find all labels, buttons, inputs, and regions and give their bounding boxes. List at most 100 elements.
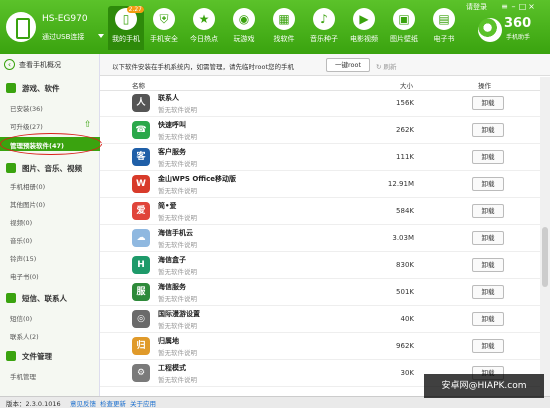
maximize-icon[interactable]: □ bbox=[518, 2, 527, 11]
sidebar-item-album[interactable]: 手机相册(0) bbox=[0, 178, 100, 192]
sidebar-item-phone-manager[interactable]: 手机管理 bbox=[0, 368, 100, 382]
table-row: W 金山WPS Office移动版 暂无软件说明 12.91M 卸载 bbox=[100, 172, 540, 198]
header-action: 操作 bbox=[478, 82, 491, 90]
sidebar-item-label: 电子书(0) bbox=[10, 273, 39, 281]
login-link[interactable]: 请登录 bbox=[466, 2, 487, 12]
tab-label: 电子书 bbox=[433, 35, 455, 43]
tab-label: 手机安全 bbox=[150, 35, 178, 43]
scroll-thumb[interactable] bbox=[542, 227, 548, 287]
sidebar-item-contacts[interactable]: 联系人(2) bbox=[0, 328, 100, 342]
hisense-box-icon: H bbox=[132, 256, 150, 274]
tab-label: 今日热点 bbox=[190, 35, 218, 43]
scrollbar[interactable] bbox=[540, 77, 550, 396]
app-size: 262K bbox=[396, 126, 414, 134]
tab-phone-security[interactable]: ⛨ 手机安全 bbox=[146, 6, 182, 50]
apps-icon: ▦ bbox=[273, 8, 295, 30]
one-click-root-button[interactable]: 一键root bbox=[326, 58, 370, 72]
logo-icon bbox=[478, 18, 502, 42]
uninstall-button[interactable]: 卸载 bbox=[472, 204, 504, 218]
app-size: 12.91M bbox=[387, 180, 414, 188]
sidebar-item-label: 联系人(2) bbox=[10, 333, 39, 341]
refresh-button[interactable]: ↻ 刷新 bbox=[376, 61, 397, 71]
table-row: H 海信盒子暂无软件说明 830K 卸载 bbox=[100, 253, 540, 279]
header-size: 大小 bbox=[400, 82, 413, 90]
close-icon[interactable]: × bbox=[527, 2, 536, 11]
app-name: 国际漫游设置 bbox=[158, 310, 200, 318]
section-sms-contacts[interactable]: 短信、联系人 bbox=[0, 290, 100, 306]
table-row: ☁ 海信手机云 暂无软件说明 3.03M 卸载 bbox=[100, 226, 540, 252]
engineering-icon: ⚙ bbox=[132, 364, 150, 382]
app-size: 830K bbox=[396, 261, 414, 269]
sidebar-item-ringtone[interactable]: 铃声(15) bbox=[0, 250, 100, 264]
app-description: 暂无软件说明 bbox=[158, 349, 197, 357]
section-title: 文件管理 bbox=[22, 352, 52, 361]
uninstall-button[interactable]: 卸载 bbox=[472, 339, 504, 353]
uninstall-button[interactable]: 卸载 bbox=[472, 312, 504, 326]
uninstall-button[interactable]: 卸载 bbox=[472, 258, 504, 272]
table-row: 客客户服务 暂无软件说明 111K 卸载 bbox=[100, 145, 540, 171]
device-phone-icon bbox=[6, 12, 36, 42]
uninstall-button[interactable]: 卸载 bbox=[472, 123, 504, 137]
watermark: 安卓网@HIAPK.com bbox=[424, 374, 544, 398]
sidebar-item-sms[interactable]: 短信(0) bbox=[0, 310, 100, 324]
section-media[interactable]: 图片、音乐、视频 bbox=[0, 160, 100, 176]
view-overview-link[interactable]: ‹ 查看手机概况 bbox=[4, 57, 96, 73]
tab-label: 音乐种子 bbox=[310, 35, 338, 43]
app-name: 金山WPS Office移动版 bbox=[158, 175, 236, 183]
sidebar-item-video[interactable]: 视频(0) bbox=[0, 214, 100, 228]
uninstall-button[interactable]: 卸载 bbox=[472, 285, 504, 299]
tab-label: 图片壁纸 bbox=[390, 35, 418, 43]
app-name: 海信手机云 bbox=[158, 229, 193, 237]
brand-subtitle: 手机助手 bbox=[506, 34, 531, 41]
sidebar-item-other-images[interactable]: 其他图片(0) bbox=[0, 196, 100, 210]
info-bar: 以下软件安装在手机系统内，如需管理，请先临时root您的手机 一键root ↻ … bbox=[100, 54, 550, 76]
chevron-down-icon[interactable] bbox=[98, 34, 104, 38]
image-icon: ▣ bbox=[393, 8, 415, 30]
menu-icon[interactable]: ≡ bbox=[500, 2, 509, 11]
table-row: 归归属地 暂无软件说明 962K 卸载 bbox=[100, 334, 540, 360]
tab-music[interactable]: ♪ 音乐种子 bbox=[306, 6, 342, 50]
section-title: 短信、联系人 bbox=[22, 294, 67, 303]
uninstall-button[interactable]: 卸载 bbox=[472, 177, 504, 191]
app-size: 584K bbox=[396, 207, 414, 215]
sidebar-item-music[interactable]: 音乐(0) bbox=[0, 232, 100, 246]
uninstall-button[interactable]: 卸载 bbox=[472, 231, 504, 245]
app-description: 暂无软件说明 bbox=[158, 133, 197, 141]
window-controls: ≡ – □ × bbox=[500, 2, 536, 11]
table-row: ☎ 快速呼叫 暂无软件说明 262K 卸载 bbox=[100, 118, 540, 144]
about-link[interactable]: 关于应用 bbox=[130, 398, 156, 408]
wps-office-icon: W bbox=[132, 175, 150, 193]
app-description: 暂无软件说明 bbox=[158, 268, 197, 276]
hisense-service-icon: 服 bbox=[132, 283, 150, 301]
device-info[interactable]: HS-EG970 通过USB连接 bbox=[6, 8, 106, 48]
tab-ebook[interactable]: ▤ 电子书 bbox=[426, 6, 462, 50]
feedback-link[interactable]: 意见反馈 bbox=[70, 398, 96, 408]
sidebar-item-upgradable[interactable]: 可升级(27) ⇧ bbox=[0, 118, 100, 132]
sidebar-item-ebook[interactable]: 电子书(0) bbox=[0, 268, 100, 282]
phone-call-icon: ☎ bbox=[132, 121, 150, 139]
tab-label: 电影视频 bbox=[350, 35, 378, 43]
uninstall-button[interactable]: 卸载 bbox=[472, 96, 504, 110]
minimize-icon[interactable]: – bbox=[509, 2, 518, 11]
app-size: 3.03M bbox=[392, 234, 414, 242]
check-update-link[interactable]: 检查更新 bbox=[100, 398, 126, 408]
uninstall-button[interactable]: 卸载 bbox=[472, 150, 504, 164]
tab-find-software[interactable]: ▦ 找软件 bbox=[266, 6, 302, 50]
tab-wallpaper[interactable]: ▣ 图片壁纸 bbox=[386, 6, 422, 50]
sidebar-item-label: 铃声(15) bbox=[10, 255, 37, 263]
app-name: 工程模式 bbox=[158, 364, 186, 372]
app-name: 客户服务 bbox=[158, 148, 186, 156]
app-name: 简•爱 bbox=[158, 202, 177, 210]
section-file-manager[interactable]: 文件管理 bbox=[0, 348, 100, 364]
sidebar-item-label: 手机相册(0) bbox=[10, 183, 46, 191]
tab-my-phone[interactable]: 2.27 ▯ 我的手机 bbox=[108, 6, 144, 50]
sidebar-item-installed[interactable]: 已安装(36) bbox=[0, 100, 100, 114]
back-label: 查看手机概况 bbox=[19, 61, 61, 69]
tab-video[interactable]: ▶ 电影视频 bbox=[346, 6, 382, 50]
tab-hot-today[interactable]: ★ 今日热点 bbox=[186, 6, 222, 50]
app-name: 海信盒子 bbox=[158, 256, 186, 264]
section-games-software[interactable]: 游戏、软件 bbox=[0, 80, 100, 96]
contacts-icon: 人 bbox=[132, 94, 150, 112]
image-icon bbox=[6, 163, 16, 173]
tab-games[interactable]: ◉ 玩游戏 bbox=[226, 6, 262, 50]
